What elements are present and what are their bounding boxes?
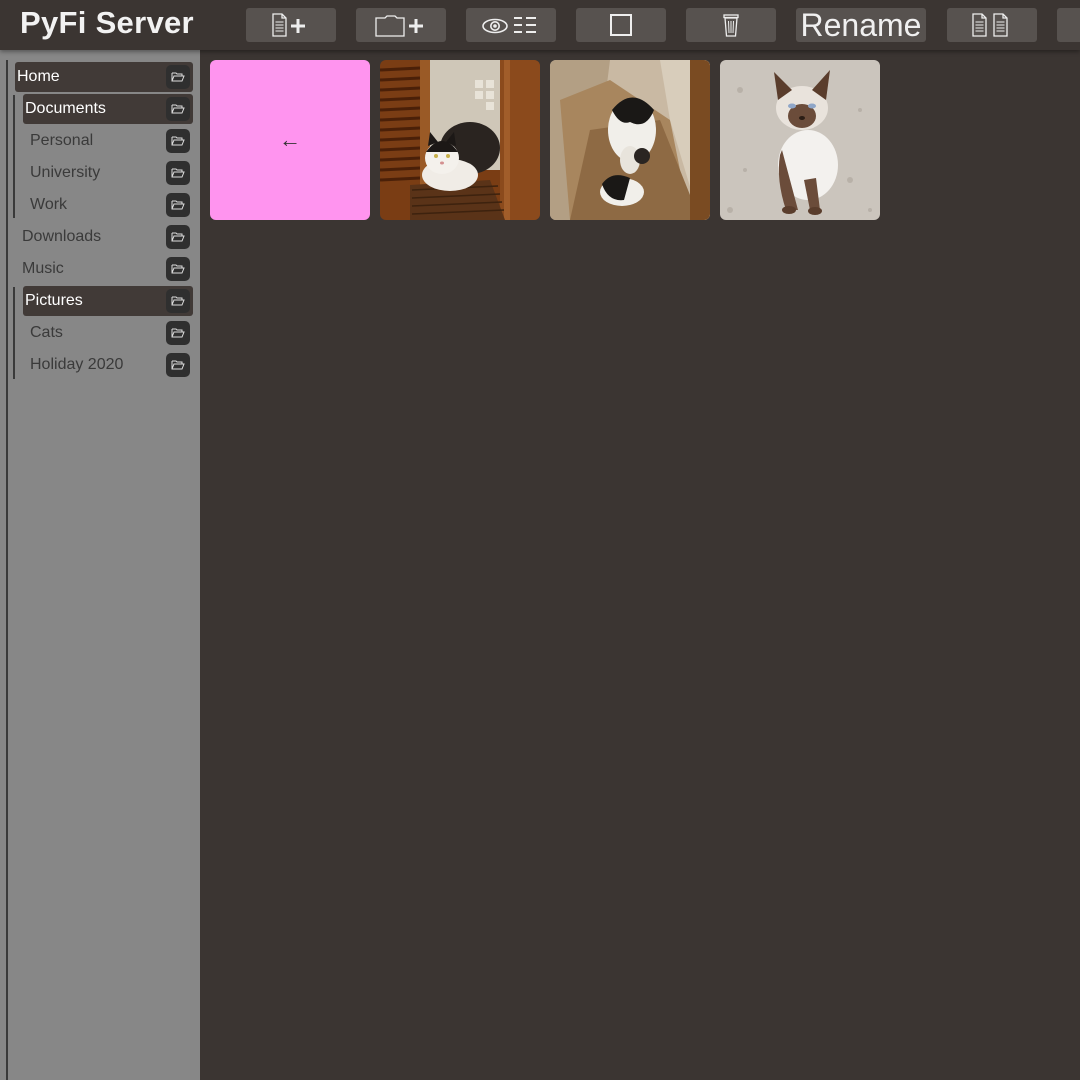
sidebar-item-label: Downloads [22, 228, 102, 245]
cat-in-bag-photo [550, 60, 710, 220]
open-folder-button[interactable] [166, 289, 190, 313]
open-folder-button[interactable] [166, 65, 190, 89]
new-folder-button[interactable] [356, 8, 446, 42]
view-toggle-button[interactable] [466, 8, 556, 42]
sidebar: Home Documents Personal University Work … [0, 50, 200, 1080]
folder-icon [171, 200, 185, 210]
folder-icon [171, 264, 185, 274]
copy-button[interactable] [947, 8, 1037, 42]
sidebar-item-music[interactable]: Music [22, 254, 193, 284]
sidebar-item-label: Music [22, 260, 64, 277]
open-folder-button[interactable] [166, 225, 190, 249]
new-folder-icon [375, 15, 423, 37]
open-folder-button[interactable] [166, 97, 190, 121]
cat-on-basket-photo [380, 60, 540, 220]
sidebar-item-holiday-2020[interactable]: Holiday 2020 [30, 350, 193, 380]
open-folder-button[interactable] [166, 321, 190, 345]
trash-icon [723, 14, 739, 37]
rename-label: Rename [800, 6, 922, 43]
open-folder-button[interactable] [166, 353, 190, 377]
image-thumbnail-siamese-cat[interactable] [720, 60, 880, 220]
open-folder-button[interactable] [166, 161, 190, 185]
sidebar-item-personal[interactable]: Personal [30, 126, 193, 156]
pictures-subtree-line [13, 287, 15, 379]
copy-files-icon [972, 13, 1008, 37]
delete-button[interactable] [686, 8, 776, 42]
folder-icon [171, 104, 185, 114]
new-file-icon [272, 13, 305, 37]
sidebar-item-downloads[interactable]: Downloads [22, 222, 193, 252]
folder-icon [171, 360, 185, 370]
tree-line [6, 60, 8, 1080]
folder-icon [171, 296, 185, 306]
sidebar-item-label: Personal [30, 132, 94, 149]
select-box-icon [610, 14, 632, 36]
sidebar-item-university[interactable]: University [30, 158, 193, 188]
sidebar-item-label: Cats [30, 324, 63, 341]
open-folder-button[interactable] [166, 129, 190, 153]
parent-folder-tile[interactable]: ← [210, 60, 370, 220]
open-folder-button[interactable] [166, 257, 190, 281]
documents-subtree-line [13, 95, 15, 218]
sidebar-item-pictures[interactable]: Pictures [23, 286, 193, 316]
sidebar-item-label: Pictures [25, 292, 83, 309]
sidebar-item-label: Work [30, 196, 68, 213]
file-grid: ← [200, 50, 1080, 1080]
more-button[interactable] [1057, 8, 1080, 42]
sidebar-item-label: Home [17, 68, 60, 85]
siamese-cat-photo [720, 60, 880, 220]
folder-icon [171, 232, 185, 242]
sidebar-item-home[interactable]: Home [15, 62, 193, 92]
sidebar-item-label: Holiday 2020 [30, 356, 124, 373]
sidebar-item-label: Documents [25, 100, 106, 117]
image-thumbnail-cat-on-basket[interactable] [380, 60, 540, 220]
open-folder-button[interactable] [166, 193, 190, 217]
new-file-button[interactable] [246, 8, 336, 42]
sidebar-item-work[interactable]: Work [30, 190, 193, 220]
sidebar-item-documents[interactable]: Documents [23, 94, 193, 124]
rename-button[interactable]: Rename [796, 6, 926, 43]
folder-icon [171, 72, 185, 82]
folder-icon [171, 168, 185, 178]
sidebar-item-label: University [30, 164, 101, 181]
app-title: PyFi Server [20, 5, 194, 40]
folder-icon [171, 328, 185, 338]
top-toolbar: PyFi Server Rename [0, 0, 1080, 50]
folder-icon [171, 136, 185, 146]
back-arrow-icon: ← [279, 127, 301, 152]
select-button[interactable] [576, 8, 666, 42]
image-thumbnail-cat-in-bag[interactable] [550, 60, 710, 220]
view-list-icon [482, 17, 536, 34]
sidebar-item-cats[interactable]: Cats [30, 318, 193, 348]
